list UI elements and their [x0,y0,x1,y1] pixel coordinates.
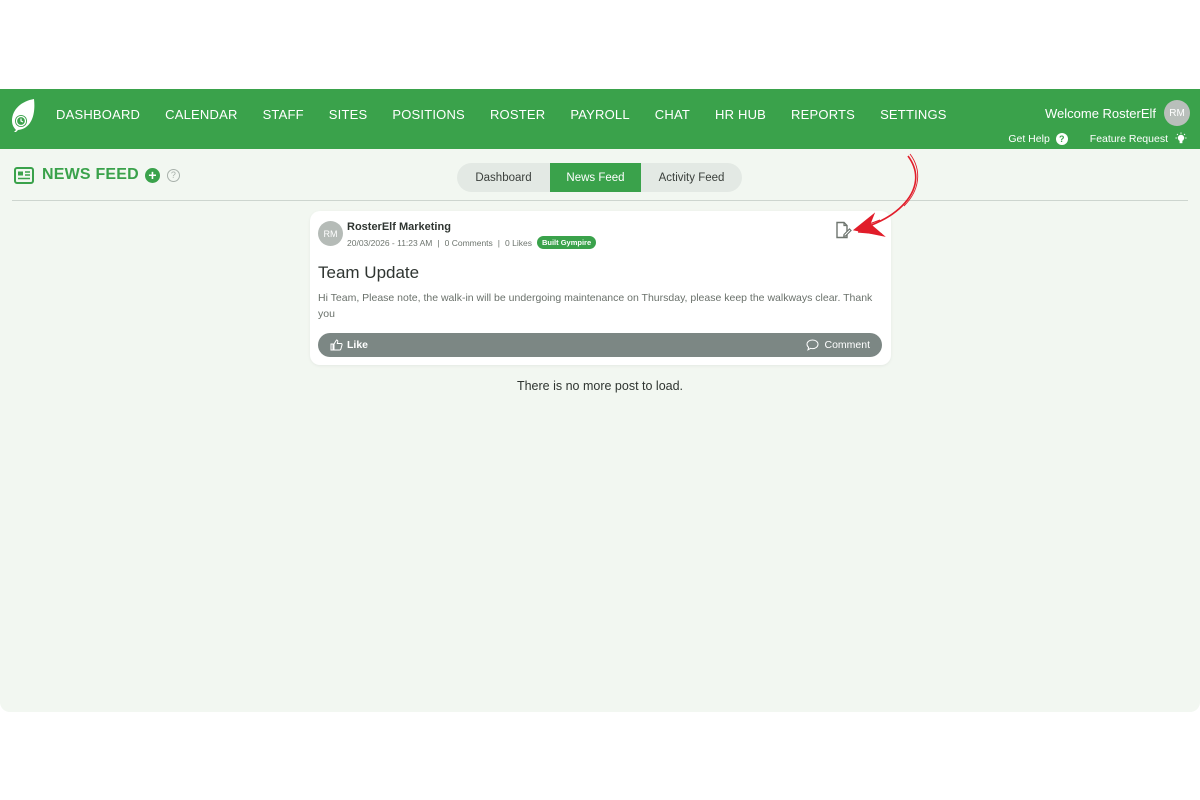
meta-separator: | [497,237,501,248]
top-navigation-bar: DASHBOARD CALENDAR STAFF SITES POSITIONS… [0,89,1200,149]
get-help-link[interactable]: Get Help ? [1008,133,1068,145]
tab-news-feed[interactable]: News Feed [550,163,641,192]
nav-positions[interactable]: POSITIONS [392,107,465,122]
newspaper-icon [14,166,34,184]
like-label: Like [347,339,369,351]
post-timestamp: 20/03/2026 - 11:23 AM [347,237,433,248]
nav-staff[interactable]: STAFF [263,107,304,122]
user-avatar[interactable]: RM [1164,100,1190,126]
nav-calendar[interactable]: CALENDAR [165,107,237,122]
nav-reports[interactable]: REPORTS [791,107,855,122]
lightbulb-icon [1175,132,1187,144]
speech-bubble-icon [806,339,819,351]
feature-request-label: Feature Request [1089,133,1168,145]
nav-settings[interactable]: SETTINGS [880,107,947,122]
app-frame: DASHBOARD CALENDAR STAFF SITES POSITIONS… [0,89,1200,712]
help-links: Get Help ? Feature Request [986,132,1188,146]
thumbs-up-icon [330,339,343,351]
comment-button[interactable]: Comment [806,333,870,357]
like-button[interactable]: Like [330,333,368,357]
nav-roster[interactable]: ROSTER [490,107,545,122]
feature-request-link[interactable]: Feature Request [1090,132,1188,146]
leaf-clock-icon[interactable] [8,97,38,133]
nav-sites[interactable]: SITES [329,107,368,122]
post-like-count: 0 Likes [505,237,532,248]
tab-activity-feed[interactable]: Activity Feed [641,163,742,192]
page-header: NEWS FEED + ? [14,166,180,184]
tab-dashboard[interactable]: Dashboard [457,163,550,192]
no-more-posts-message: There is no more post to load. [516,379,684,393]
annotation-arrow-icon [852,153,919,237]
main-content: NEWS FEED + ? Dashboard News Feed Activi… [0,149,1200,712]
post-author-avatar: RM [318,221,343,246]
post-comment-count: 0 Comments [444,237,493,248]
post-action-bar: Like Comment [318,333,882,357]
question-circle-icon: ? [1055,133,1068,145]
nav-dashboard[interactable]: DASHBOARD [56,107,140,122]
post-body: Hi Team, Please note, the walk-in will b… [318,292,873,320]
post-title: Team Update [318,263,420,282]
site-badge: Built Gympire [536,236,597,249]
nav-chat[interactable]: CHAT [655,107,690,122]
main-nav: DASHBOARD CALENDAR STAFF SITES POSITIONS… [56,107,972,122]
comment-label: Comment [824,339,870,351]
page-help-icon[interactable]: ? [166,168,180,182]
header-divider [12,200,1188,201]
meta-separator: | [437,237,440,248]
post-meta: 20/03/2026 - 11:23 AM | 0 Comments | 0 L… [347,236,597,249]
get-help-label: Get Help [1008,133,1050,145]
welcome-text: Welcome RosterElf [1044,106,1156,121]
add-post-button[interactable]: + [144,167,160,183]
page-title: NEWS FEED [42,166,139,183]
nav-hr-hub[interactable]: HR HUB [715,107,766,122]
nav-payroll[interactable]: PAYROLL [570,107,629,122]
feed-tabs: Dashboard News Feed Activity Feed [457,163,742,192]
post-author: RosterElf Marketing [347,221,451,233]
post-card: RM RosterElf Marketing 20/03/2026 - 11:2… [310,211,891,365]
